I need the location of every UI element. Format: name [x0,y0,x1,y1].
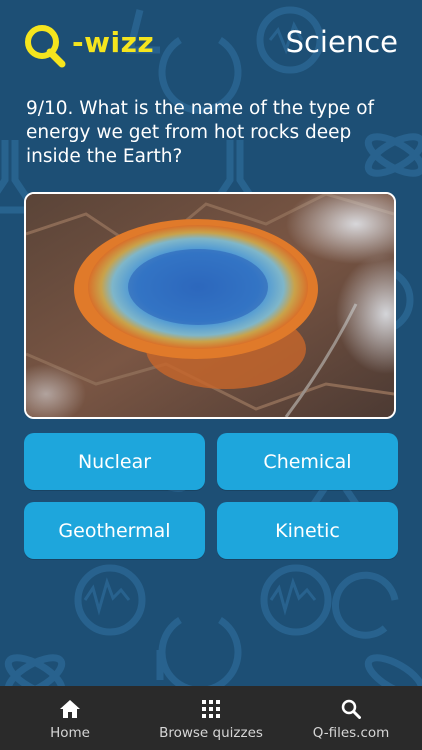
home-icon [58,697,82,721]
question-text: 9/10. What is the name of the type of en… [26,98,375,167]
tab-q-files-label: Q-files.com [312,725,390,741]
answer-option-geothermal[interactable]: Geothermal [24,502,205,559]
question-image [24,192,396,419]
answer-option-kinetic[interactable]: Kinetic [217,502,398,559]
logo-text: -wizz [72,26,155,59]
search-icon [339,697,363,721]
bottom-tab-bar: Home Browse quizzes Q-files.com [0,686,422,750]
answer-option-nuclear[interactable]: Nuclear [24,433,205,490]
tab-browse-quizzes[interactable]: Browse quizzes [150,686,272,750]
app-header: -wizz Science [0,0,422,90]
grid-icon [199,697,223,721]
tab-home-label: Home [50,725,90,741]
q-logo-magnifier-icon [25,25,66,68]
q-wizz-logo[interactable]: -wizz [22,22,162,68]
tab-q-files[interactable]: Q-files.com [302,686,400,750]
tab-browse-label: Browse quizzes [159,725,263,741]
quiz-category-title: Science [285,25,398,59]
answer-option-chemical[interactable]: Chemical [217,433,398,490]
tab-home[interactable]: Home [40,686,100,750]
